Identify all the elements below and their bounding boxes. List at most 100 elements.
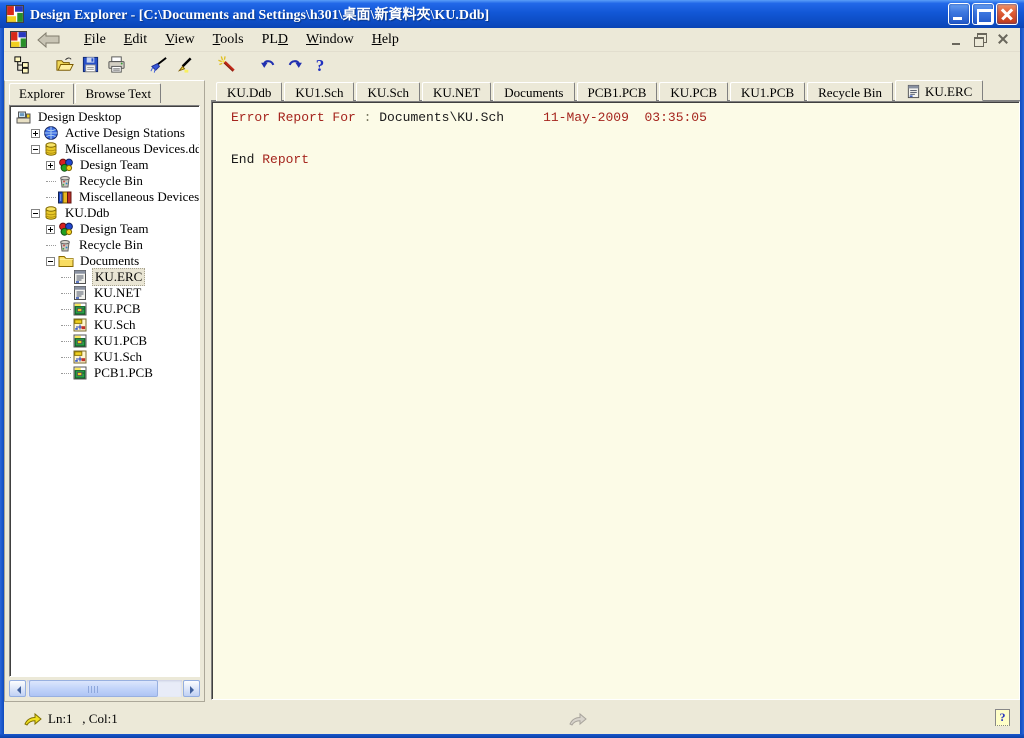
- doc-tab-label: PCB1.PCB: [588, 85, 647, 101]
- doc-tab-documents[interactable]: Documents: [493, 82, 574, 101]
- menu-tools[interactable]: Tools: [204, 30, 253, 50]
- cursor-position-label: Ln:1 , Col:1: [48, 711, 118, 727]
- tree-expander-collapsed[interactable]: [46, 225, 55, 234]
- tree-item-design-team[interactable]: Design Team: [12, 221, 199, 237]
- undo-button[interactable]: [256, 54, 280, 78]
- report-doc-icon: [72, 285, 88, 301]
- mdi-close-button[interactable]: [995, 32, 1012, 47]
- doc-tab-label: KU.Sch: [367, 85, 409, 101]
- doc-tab-label: KU.PCB: [670, 85, 717, 101]
- tree-item-recycle-bin[interactable]: Recycle Bin: [12, 237, 199, 253]
- tree-item-design-team[interactable]: Design Team: [12, 157, 199, 173]
- mdi-window-controls: [949, 32, 1020, 47]
- maximize-button[interactable]: [972, 3, 994, 25]
- report-end-line: End Report: [231, 153, 1019, 167]
- gray-arrow-icon: [569, 712, 587, 726]
- statusbar-help-icon[interactable]: ?: [995, 709, 1010, 726]
- tree-item-label: KU.Ddb: [63, 205, 111, 221]
- explorer-panel-tabs: ExplorerBrowse Text: [7, 83, 202, 103]
- minimize-button[interactable]: [948, 3, 970, 25]
- report-blank-line: [231, 139, 1019, 153]
- redo-button[interactable]: [282, 54, 306, 78]
- print-icon: [107, 55, 126, 77]
- erc-report-view[interactable]: Error Report For : Documents\KU.Sch 11-M…: [211, 101, 1020, 700]
- stations-icon: [43, 125, 59, 141]
- save-button[interactable]: [78, 54, 102, 78]
- scrollbar-thumb[interactable]: [29, 680, 158, 697]
- menu-bar: FileEditViewToolsPLDWindowHelp: [4, 28, 1020, 52]
- doc-tab-ku-pcb[interactable]: KU.PCB: [659, 82, 728, 101]
- tree-expander-expanded[interactable]: [46, 257, 55, 266]
- tree-item-recycle-bin[interactable]: Recycle Bin: [12, 173, 199, 189]
- menu-items: FileEditViewToolsPLDWindowHelp: [75, 30, 408, 50]
- tree-expander-expanded[interactable]: [31, 209, 40, 218]
- tree-expander-collapsed[interactable]: [31, 129, 40, 138]
- report-blank-line: [231, 125, 1019, 139]
- tree-item-label: Active Design Stations: [63, 125, 187, 141]
- menu-pld[interactable]: PLD: [253, 30, 297, 50]
- pen-icon: [175, 55, 194, 77]
- tree-item-miscellaneous-devices-lib[interactable]: Miscellaneous Devices.lib: [12, 189, 199, 205]
- menu-file[interactable]: File: [75, 30, 115, 50]
- doc-tab-ku-sch[interactable]: KU.Sch: [356, 82, 420, 101]
- scroll-right-button[interactable]: [183, 680, 200, 697]
- tree-item-active-design-stations[interactable]: Active Design Stations: [12, 125, 199, 141]
- toolbar-group: ?: [256, 54, 334, 78]
- print-button[interactable]: [104, 54, 128, 78]
- tree-item-ku-sch[interactable]: KU.Sch: [12, 317, 199, 333]
- mdi-minimize-button[interactable]: [949, 32, 966, 47]
- tree-item-documents[interactable]: Documents: [12, 253, 199, 269]
- help-button[interactable]: ?: [308, 54, 332, 78]
- tree-item-pcb1-pcb[interactable]: PCB1.PCB: [12, 365, 199, 381]
- open-folder-icon: [55, 55, 74, 77]
- tree-item-ku-erc[interactable]: KU.ERC: [12, 269, 199, 285]
- help-icon: ?: [316, 56, 325, 76]
- pcb-doc-icon: [72, 333, 88, 349]
- sweep-button[interactable]: [146, 54, 170, 78]
- tree-item-ku-net[interactable]: KU.NET: [12, 285, 199, 301]
- panel-tab-explorer[interactable]: Explorer: [9, 83, 74, 104]
- document-panel: KU.DdbKU1.Sch KU.Sch KU.NET Documents PCB1.P…: [211, 80, 1020, 702]
- close-button[interactable]: [996, 3, 1018, 25]
- toggle-explorer-button[interactable]: [10, 54, 34, 78]
- document-app-icon: [10, 31, 27, 48]
- mdi-restore-button[interactable]: [972, 32, 989, 47]
- library-icon: [57, 189, 73, 205]
- menu-window[interactable]: Window: [297, 30, 363, 50]
- tree-item-label: Recycle Bin: [77, 237, 145, 253]
- tree-item-label: Design Desktop: [36, 109, 123, 125]
- tree-guide-line: [61, 277, 71, 278]
- title-bar: Design Explorer - [C:\Documents and Sett…: [0, 0, 1024, 28]
- doc-tab-recycle-bin[interactable]: Recycle Bin: [807, 82, 893, 101]
- tree-item-ku-pcb[interactable]: KU.PCB: [12, 301, 199, 317]
- tree-item-ku1-sch[interactable]: KU1.Sch: [12, 349, 199, 365]
- wizard-button[interactable]: [214, 54, 238, 78]
- doc-tab-pcb1-pcb[interactable]: PCB1.PCB: [577, 82, 658, 101]
- menu-help[interactable]: Help: [363, 30, 408, 50]
- menu-view[interactable]: View: [156, 30, 204, 50]
- tree-expander-collapsed[interactable]: [46, 161, 55, 170]
- open-button[interactable]: [52, 54, 76, 78]
- report-doc-icon: [906, 84, 921, 99]
- scroll-left-button[interactable]: [9, 680, 26, 697]
- doc-tab-ku1-sch[interactable]: KU1.Sch: [284, 82, 354, 101]
- tree-guide-line: [61, 341, 71, 342]
- panel-tab-browse-text[interactable]: Browse Text: [75, 83, 161, 103]
- tree-expander-expanded[interactable]: [31, 145, 40, 154]
- pcb-doc-icon: [72, 365, 88, 381]
- doc-tab-ku-ddb[interactable]: KU.Ddb: [216, 82, 282, 101]
- tree-item-ku-ddb[interactable]: KU.Ddb: [12, 205, 199, 221]
- tree-horizontal-scrollbar[interactable]: [9, 680, 200, 697]
- tree-guide-line: [46, 197, 56, 198]
- scrollbar-track[interactable]: [27, 680, 182, 697]
- doc-tab-ku-net[interactable]: KU.NET: [422, 82, 491, 101]
- tree-item-miscellaneous-devices-ddb[interactable]: Miscellaneous Devices.ddb: [12, 141, 199, 157]
- menu-edit[interactable]: Edit: [115, 30, 156, 50]
- doc-tab-ku-erc[interactable]: KU.ERC: [895, 80, 983, 101]
- doc-tab-label: KU.NET: [433, 85, 480, 101]
- wand-icon: [217, 55, 236, 77]
- tree-item-design-desktop[interactable]: Design Desktop: [12, 109, 199, 125]
- tree-item-ku1-pcb[interactable]: KU1.PCB: [12, 333, 199, 349]
- draw-button[interactable]: [172, 54, 196, 78]
- doc-tab-ku1-pcb[interactable]: KU1.PCB: [730, 82, 805, 101]
